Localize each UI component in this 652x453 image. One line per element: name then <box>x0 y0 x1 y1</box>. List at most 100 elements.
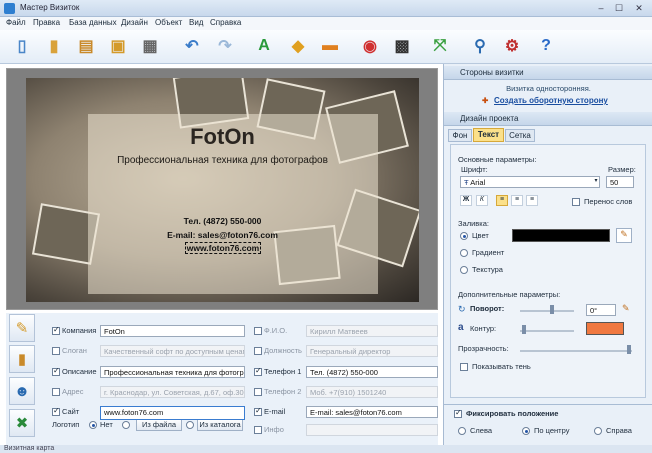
menu-view[interactable]: Вид <box>189 18 203 27</box>
bold-button[interactable]: Ж <box>460 195 472 206</box>
left-field-4[interactable]: www.foton76.com <box>100 406 245 420</box>
edit-text-button[interactable]: ✎ <box>9 314 35 342</box>
word-wrap-checkbox[interactable] <box>572 198 580 206</box>
fill-texture-radio[interactable] <box>460 266 468 274</box>
right-field-0[interactable]: Кирилл Матвеев <box>306 325 438 337</box>
opacity-slider-thumb[interactable] <box>627 345 631 354</box>
left-checkbox-2[interactable] <box>52 366 60 376</box>
logo-file-radio[interactable] <box>122 421 130 429</box>
outline-slider[interactable] <box>520 330 574 332</box>
brush-icon[interactable]: ✎ <box>622 303 630 314</box>
fix-position-label: Фиксировать положение <box>466 409 559 418</box>
left-field-3[interactable]: г. Краснодар, ул. Советская, д.67, оф.30… <box>100 386 245 398</box>
show-shadow-checkbox[interactable] <box>460 363 468 371</box>
align-left-button[interactable]: ≡ <box>496 195 508 206</box>
left-field-2[interactable]: Профессиональная техника для фотографов <box>100 366 245 378</box>
right-checkbox-2[interactable] <box>254 366 262 376</box>
card-email-text[interactable]: E-mail: sales@foton76.com <box>26 230 419 240</box>
align-center-button[interactable]: ≡ <box>511 195 523 206</box>
text-tool-button[interactable]: A <box>252 34 276 58</box>
rotation-slider-thumb[interactable] <box>550 305 554 314</box>
align-right-radio[interactable] <box>594 427 602 435</box>
left-field-1[interactable]: Качественный софт по доступным ценам <box>100 345 245 357</box>
tab-background[interactable]: Фон <box>448 129 472 142</box>
outline-label: Контур: <box>470 324 497 333</box>
tab-text[interactable]: Текст <box>473 128 504 142</box>
menu-file[interactable]: Файл <box>6 18 26 27</box>
undo-button[interactable]: ↶ <box>180 34 204 58</box>
fit-button[interactable]: ⤧ <box>428 34 452 58</box>
open-database-button[interactable]: ▮ <box>9 345 35 373</box>
right-checkbox-4[interactable] <box>254 406 262 416</box>
print-button[interactable]: ▦ <box>138 34 162 58</box>
logo-catalog-radio[interactable] <box>186 421 194 429</box>
maximize-button[interactable]: ☐ <box>612 2 626 14</box>
right-field-4[interactable]: E-mail: sales@foton76.com <box>306 406 438 418</box>
qr-code-button[interactable]: ▩ <box>390 34 414 58</box>
right-field-1[interactable]: Генеральный директор <box>306 345 438 357</box>
menu-help[interactable]: Справка <box>210 18 241 27</box>
redo-button[interactable]: ↷ <box>213 34 237 58</box>
menu-object[interactable]: Объект <box>155 18 182 27</box>
status-bar: Визитная карта <box>0 445 652 453</box>
font-select[interactable]: Ŧ Arial <box>460 176 600 188</box>
settings-button[interactable]: ⚙ <box>500 34 524 58</box>
left-checkbox-3[interactable] <box>52 388 60 396</box>
eyedropper-icon[interactable]: ✎ <box>616 228 632 243</box>
left-checkbox-4[interactable] <box>52 406 60 416</box>
align-center-radio[interactable] <box>522 427 530 435</box>
fill-color-swatch[interactable] <box>512 229 610 242</box>
new-file-button[interactable]: ▯ <box>10 34 34 58</box>
card-company-text[interactable]: FotOn <box>26 124 419 150</box>
help-button[interactable]: ? <box>534 34 558 58</box>
fill-color-radio[interactable] <box>460 232 468 240</box>
right-checkbox-0[interactable] <box>254 327 262 335</box>
minimize-button[interactable]: – <box>594 2 608 14</box>
sides-header[interactable]: Стороны визитки <box>444 66 652 80</box>
logo-none-radio[interactable] <box>89 421 97 429</box>
outline-color-swatch[interactable] <box>586 322 624 335</box>
contacts-button[interactable]: ☻ <box>9 377 35 405</box>
card-site-text-selected[interactable]: www.foton76.com <box>185 242 261 254</box>
size-input[interactable]: 50 <box>606 176 634 188</box>
zoom-button[interactable]: ⚲ <box>468 34 492 58</box>
fix-position-checkbox[interactable] <box>454 408 462 418</box>
menu-edit[interactable]: Правка <box>33 18 60 27</box>
close-button[interactable]: ✕ <box>632 2 646 14</box>
save-button[interactable]: ▣ <box>106 34 130 58</box>
outline-slider-thumb[interactable] <box>522 325 526 334</box>
card-slogan-text[interactable]: Профессиональная техника для фотографов <box>26 155 419 166</box>
excel-import-button[interactable]: ✖ <box>9 409 35 437</box>
shape-tool-button[interactable]: ◆ <box>286 34 310 58</box>
chevron-down-icon[interactable]: ▾ <box>592 177 600 187</box>
opacity-slider[interactable] <box>520 350 632 352</box>
right-field-2[interactable]: Тел. (4872) 550-000 <box>306 366 438 378</box>
tab-grid[interactable]: Сетка <box>505 129 535 142</box>
image-tool-button[interactable]: ▬ <box>318 34 342 58</box>
right-checkbox-5[interactable] <box>254 426 262 434</box>
menu-design[interactable]: Дизайн <box>121 18 148 27</box>
left-checkbox-0[interactable] <box>52 325 60 335</box>
rotation-input[interactable]: 0° <box>586 304 616 316</box>
create-back-side-link[interactable]: Создать оборотную сторону <box>494 96 608 105</box>
right-checkbox-3[interactable] <box>254 388 262 396</box>
rotation-slider[interactable] <box>520 310 574 312</box>
size-label: Размер: <box>608 165 636 174</box>
design-header[interactable]: Дизайн проекта <box>444 112 652 126</box>
right-field-3[interactable]: Моб. +7(910) 1501240 <box>306 386 438 398</box>
fill-gradient-radio[interactable] <box>460 249 468 257</box>
map-button[interactable]: ◉ <box>358 34 382 58</box>
menu-database[interactable]: База данных <box>69 18 117 27</box>
left-checkbox-1[interactable] <box>52 347 60 355</box>
right-checkbox-1[interactable] <box>254 347 262 355</box>
align-right-button[interactable]: ≡ <box>526 195 538 206</box>
open-folder-button[interactable]: ▮ <box>42 34 66 58</box>
card-phone-text[interactable]: Тел. (4872) 550-000 <box>26 216 419 226</box>
left-label-4: Сайт <box>62 407 80 416</box>
align-left-radio[interactable] <box>458 427 466 435</box>
italic-button[interactable]: К <box>476 195 488 206</box>
left-field-0[interactable]: FotOn <box>100 325 245 337</box>
right-field-5[interactable] <box>306 424 438 436</box>
business-card-preview[interactable]: FotOn Профессиональная техника для фотог… <box>26 78 419 302</box>
templates-button[interactable]: ▤ <box>74 34 98 58</box>
